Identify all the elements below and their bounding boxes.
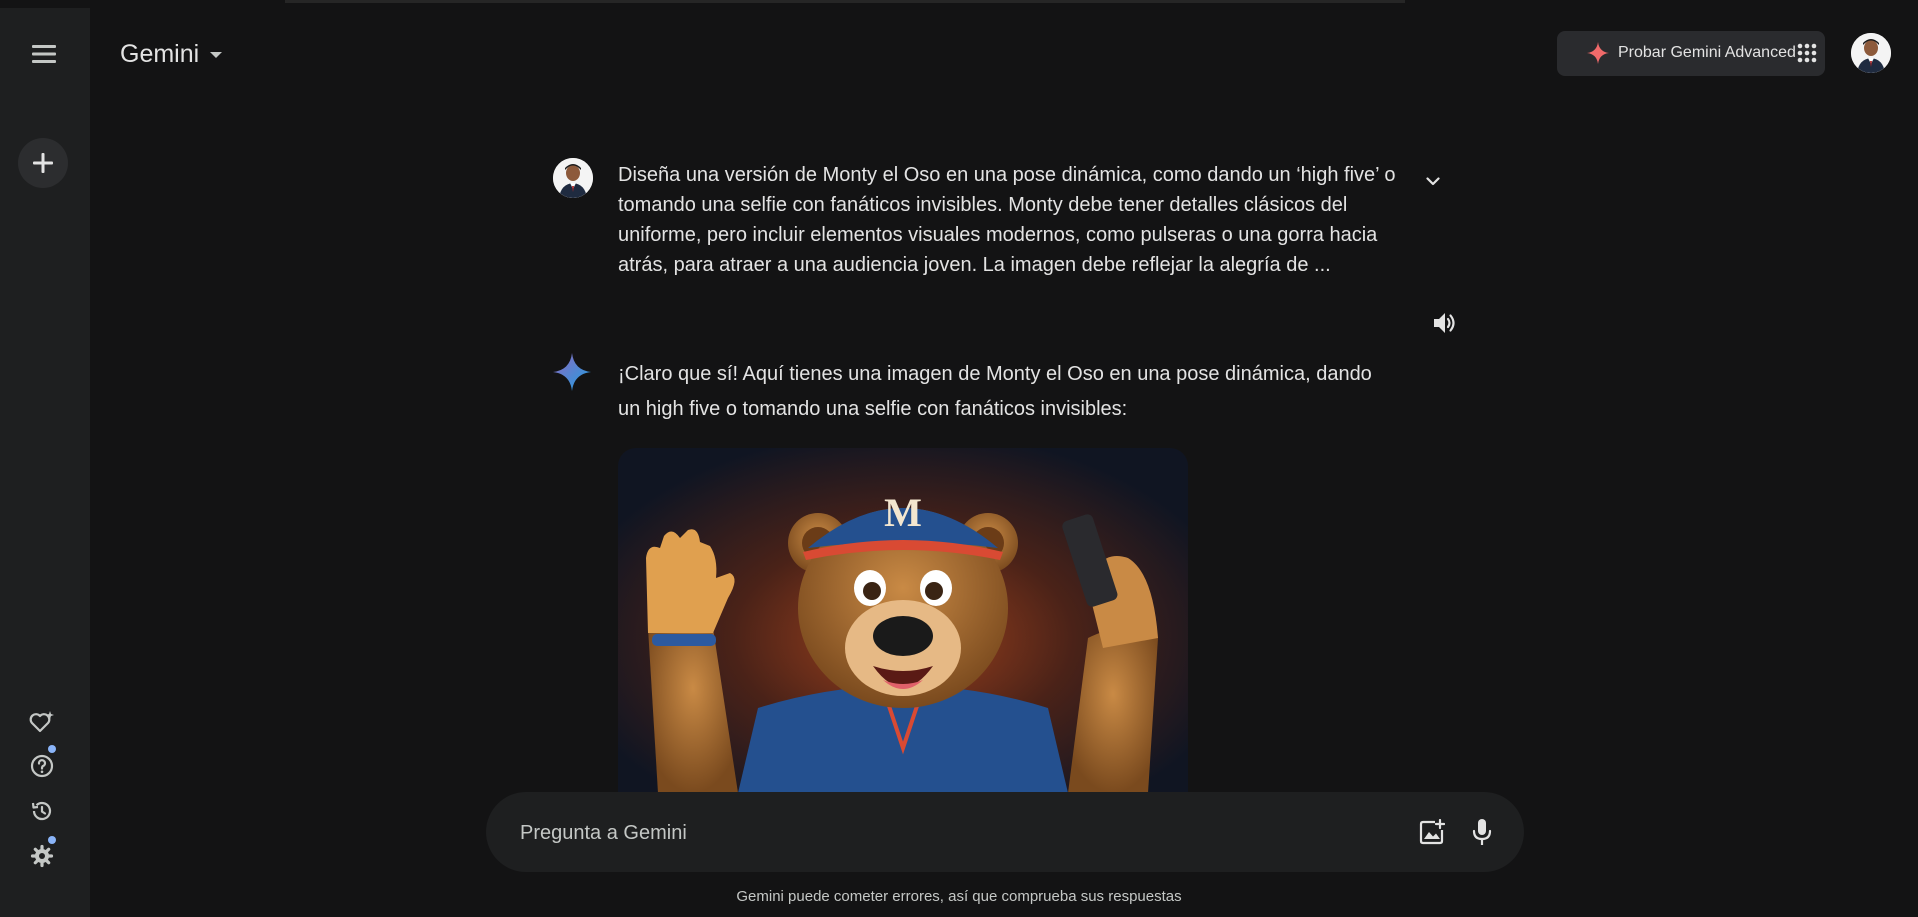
history-icon: [31, 801, 52, 821]
gem-manager-button[interactable]: [24, 704, 60, 740]
generated-image[interactable]: M: [618, 448, 1188, 793]
gemini-logo-icon: [553, 353, 591, 391]
expand-prompt-button[interactable]: [1418, 166, 1448, 196]
response-text: ¡Claro que sí! Aquí tienes una imagen de…: [618, 363, 1372, 420]
microphone-icon: [1472, 819, 1492, 845]
gear-icon: [30, 844, 54, 868]
bear-illustration: M: [618, 448, 1188, 793]
help-notification-dot: [48, 745, 56, 753]
prompt-input-bar: [486, 792, 1524, 872]
chevron-down-icon: [1426, 176, 1440, 185]
user-message-avatar: [553, 158, 593, 198]
model-selector[interactable]: Gemini: [120, 40, 223, 69]
user-prompt-text: Diseña una versión de Monty el Oso en un…: [618, 164, 1396, 276]
brand-title: Gemini: [120, 40, 200, 68]
user-avatar-image: [553, 158, 593, 198]
voice-input-button[interactable]: [1464, 814, 1500, 850]
help-button[interactable]: [24, 748, 60, 784]
plus-icon: [33, 153, 53, 173]
sparkle-icon: [1587, 42, 1609, 64]
main-menu-button[interactable]: [24, 36, 66, 72]
upgrade-button[interactable]: Probar Gemini Advanced: [1557, 31, 1825, 76]
settings-notification-dot: [48, 836, 56, 844]
volume-icon: [1434, 313, 1455, 333]
apps-grid-icon[interactable]: [1797, 43, 1817, 63]
upgrade-label: Probar Gemini Advanced: [1618, 44, 1796, 61]
disclaimer-text: Gemini puede cometer errores, así que co…: [736, 888, 1182, 905]
settings-button[interactable]: [24, 838, 60, 874]
user-avatar-image: [1851, 33, 1891, 73]
new-chat-button[interactable]: [18, 138, 68, 188]
account-avatar[interactable]: [1851, 33, 1891, 73]
read-aloud-button[interactable]: [1428, 306, 1462, 340]
caret-down-icon: [210, 51, 223, 58]
upload-image-button[interactable]: [1414, 814, 1450, 850]
gem-heart-icon: [29, 711, 54, 733]
top-progress-line: [285, 0, 1405, 3]
menu-icon: [32, 45, 56, 63]
add-image-icon: [1419, 819, 1445, 845]
prompt-input[interactable]: [518, 812, 1362, 854]
activity-button[interactable]: [24, 793, 60, 829]
help-icon: [30, 754, 54, 778]
cap-letter: M: [884, 490, 922, 535]
